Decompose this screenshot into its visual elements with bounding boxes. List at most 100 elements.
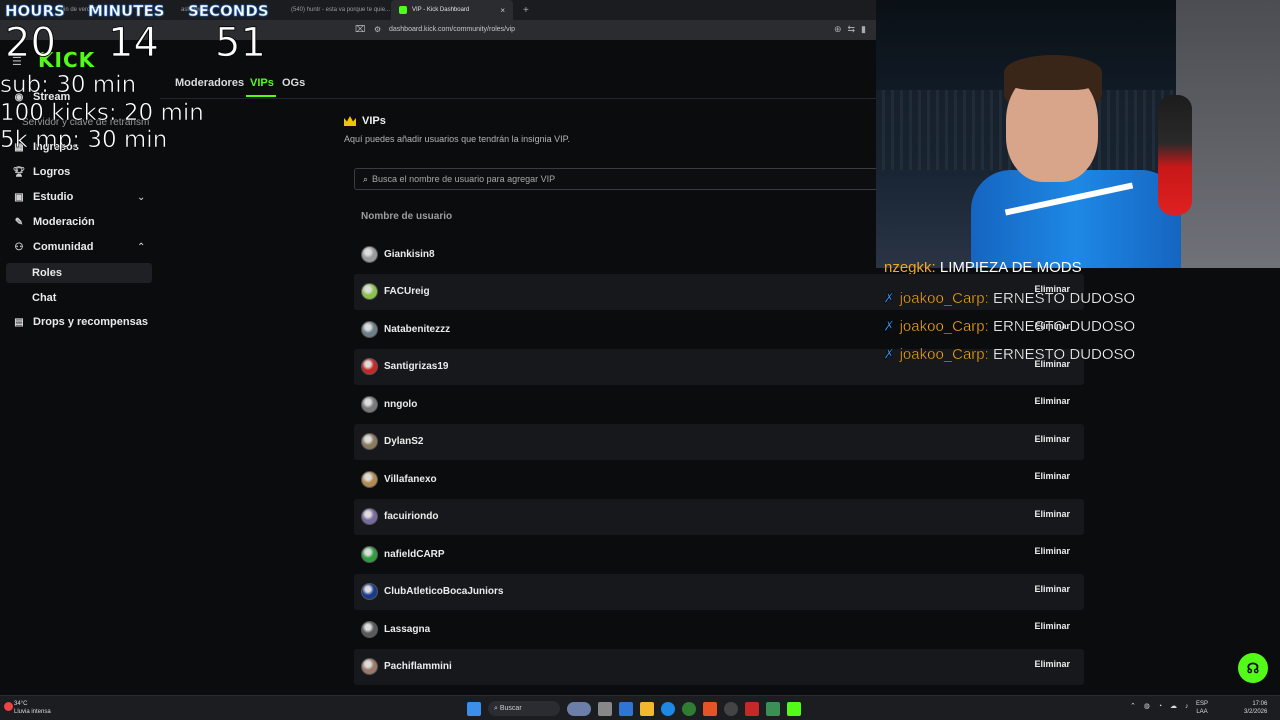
- vip-username[interactable]: DylanS2: [384, 436, 423, 447]
- timer-minutes-value: 14: [108, 20, 160, 67]
- avatar[interactable]: [361, 470, 378, 488]
- chrome-icon[interactable]: [682, 701, 696, 716]
- start-icon[interactable]: [467, 701, 481, 716]
- tab-moderadores[interactable]: Moderadores: [175, 77, 244, 89]
- vip-username[interactable]: nngolo: [384, 399, 417, 410]
- timer-minutes-label: MINUTES: [88, 2, 165, 21]
- timer-hours-value: 20: [5, 20, 57, 67]
- vip-username[interactable]: Santigrizas19: [384, 361, 448, 372]
- tab-label: (540) huntr - esta va porque te quie...: [291, 7, 391, 13]
- vip-username[interactable]: Natabenitezzz: [384, 324, 450, 335]
- chevron-down-icon[interactable]: ⌄: [137, 192, 145, 203]
- vip-row: Lassagna Eliminar: [354, 611, 1084, 647]
- avatar[interactable]: [361, 395, 378, 413]
- spreadsheet-icon[interactable]: [766, 701, 780, 716]
- tab-ogs[interactable]: OGs: [282, 77, 305, 89]
- chat-username: nzegkk:: [884, 262, 936, 274]
- browser-tab-active[interactable]: VIP - Kick Dashboard ×: [391, 0, 513, 20]
- copilot-icon[interactable]: [619, 701, 633, 716]
- remove-vip-button[interactable]: Eliminar: [1034, 659, 1070, 669]
- clock[interactable]: 17:06 3/2/2026: [1244, 700, 1267, 716]
- kick-favicon-icon: [399, 6, 407, 14]
- vip-username[interactable]: Giankisin8: [384, 249, 435, 260]
- chat-line-cut: nzegkk: LIMPIEZA DE MODS: [884, 262, 1082, 274]
- avatar[interactable]: [361, 545, 378, 563]
- vip-username[interactable]: Lassagna: [384, 624, 430, 635]
- sidebar-item-label: Logros: [33, 166, 71, 178]
- goal-line: sub: 30 min: [0, 72, 137, 99]
- taskbar-search[interactable]: ⌕ Buscar: [488, 701, 560, 716]
- file-explorer-icon[interactable]: [640, 701, 654, 716]
- search-icon: ⌕: [363, 173, 369, 184]
- remove-vip-button[interactable]: Eliminar: [1034, 584, 1070, 594]
- gift-icon: ▤: [14, 316, 24, 328]
- widgets-icon[interactable]: [567, 701, 591, 716]
- weather-temp: 34°C: [14, 701, 28, 707]
- webcam-microphone: [1158, 95, 1192, 215]
- app-icon[interactable]: [745, 701, 759, 716]
- task-view-icon[interactable]: [598, 701, 612, 716]
- studio-icon: ▣: [14, 191, 24, 203]
- avatar[interactable]: [361, 583, 378, 600]
- edge-icon[interactable]: [661, 701, 675, 716]
- avatar[interactable]: [361, 508, 378, 525]
- vip-search-field[interactable]: ⌕: [354, 168, 894, 190]
- avatar[interactable]: [361, 433, 378, 450]
- sidebar-item-estudio[interactable]: ▣ Estudio: [12, 191, 73, 203]
- avatar[interactable]: [361, 358, 378, 375]
- browser-tab[interactable]: (540) huntr - esta va porque te quie...: [283, 0, 391, 20]
- keyboard-layout: LAA: [1196, 709, 1208, 715]
- address-bar-actions-icon[interactable]: ⊕⇆▮: [834, 24, 872, 35]
- tab-vips[interactable]: VIPs: [250, 77, 274, 89]
- chat-username: joakoo_Carp:: [899, 290, 989, 307]
- remove-vip-button[interactable]: Eliminar: [1034, 546, 1070, 556]
- support-chat-button[interactable]: ☊: [1238, 653, 1268, 683]
- bookmark-icon[interactable]: ⌧: [355, 24, 365, 35]
- sword-icon: ✗: [883, 318, 896, 335]
- language-indicator[interactable]: ESP LAA: [1196, 700, 1208, 716]
- remove-vip-button[interactable]: Eliminar: [1034, 509, 1070, 519]
- sidebar-subitem-roles[interactable]: Roles: [6, 263, 152, 283]
- sidebar-item-comunidad[interactable]: ⚇ Comunidad: [12, 241, 94, 253]
- weather-widget[interactable]: 34°C Lluvia intensa: [4, 700, 51, 716]
- sword-icon: ✗: [883, 290, 896, 307]
- chat-line: ✗ joakoo_Carp: ERNESTO DUDOSO: [883, 317, 1136, 335]
- vip-username[interactable]: nafieldCARP: [384, 549, 445, 560]
- avatar[interactable]: [361, 658, 378, 675]
- chat-message: ERNESTO DUDOSO: [992, 290, 1136, 307]
- vip-username[interactable]: ClubAtleticoBocaJuniors: [384, 586, 503, 597]
- system-tray-icons[interactable]: ⌃ ◍ ◔ ☁ ♪: [1130, 702, 1191, 710]
- clock-date: 3/2/2026: [1244, 709, 1268, 715]
- sidebar-item-drops[interactable]: ▤ Drops y recompensas: [12, 316, 148, 328]
- remove-vip-button[interactable]: Eliminar: [1034, 621, 1070, 631]
- vip-username[interactable]: Pachiflammini: [384, 661, 452, 672]
- url-text[interactable]: dashboard.kick.com/community/roles/vip: [389, 26, 515, 33]
- vip-username[interactable]: FACUreig: [384, 286, 430, 297]
- remove-vip-button[interactable]: Eliminar: [1034, 434, 1070, 444]
- remove-vip-button[interactable]: Eliminar: [1034, 396, 1070, 406]
- avatar[interactable]: [361, 320, 378, 338]
- page-description: Aquí puedes añadir usuarios que tendrán …: [344, 134, 570, 144]
- brave-icon[interactable]: [703, 701, 717, 716]
- sidebar-subitem-chat[interactable]: Chat: [6, 288, 152, 308]
- goal-line: 100 kicks: 20 min: [0, 100, 204, 127]
- chat-message: ERNESTO DUDOSO: [992, 346, 1136, 363]
- remove-vip-button[interactable]: Eliminar: [1034, 471, 1070, 481]
- obs-icon[interactable]: [724, 701, 738, 716]
- site-info-icon[interactable]: ⚙: [374, 25, 381, 34]
- chevron-up-icon[interactable]: ⌃: [137, 242, 145, 253]
- avatar[interactable]: [361, 620, 378, 638]
- sidebar-subitem-label: Chat: [32, 292, 57, 304]
- sidebar-item-logros[interactable]: 🏆︎ Logros: [12, 166, 71, 178]
- sidebar-item-label: Moderación: [33, 216, 95, 228]
- vip-search-input[interactable]: [372, 174, 773, 184]
- vip-username[interactable]: Villafanexo: [384, 474, 437, 485]
- sidebar-item-label: Comunidad: [33, 241, 94, 253]
- close-tab-icon[interactable]: ×: [500, 6, 505, 15]
- new-tab-button[interactable]: +: [513, 5, 539, 16]
- sidebar-item-moderacion[interactable]: ✎ Moderación: [12, 216, 95, 228]
- kick-app-icon[interactable]: [787, 701, 801, 716]
- vip-username[interactable]: facuiriondo: [384, 511, 438, 522]
- avatar[interactable]: [361, 283, 378, 300]
- avatar[interactable]: [361, 245, 378, 263]
